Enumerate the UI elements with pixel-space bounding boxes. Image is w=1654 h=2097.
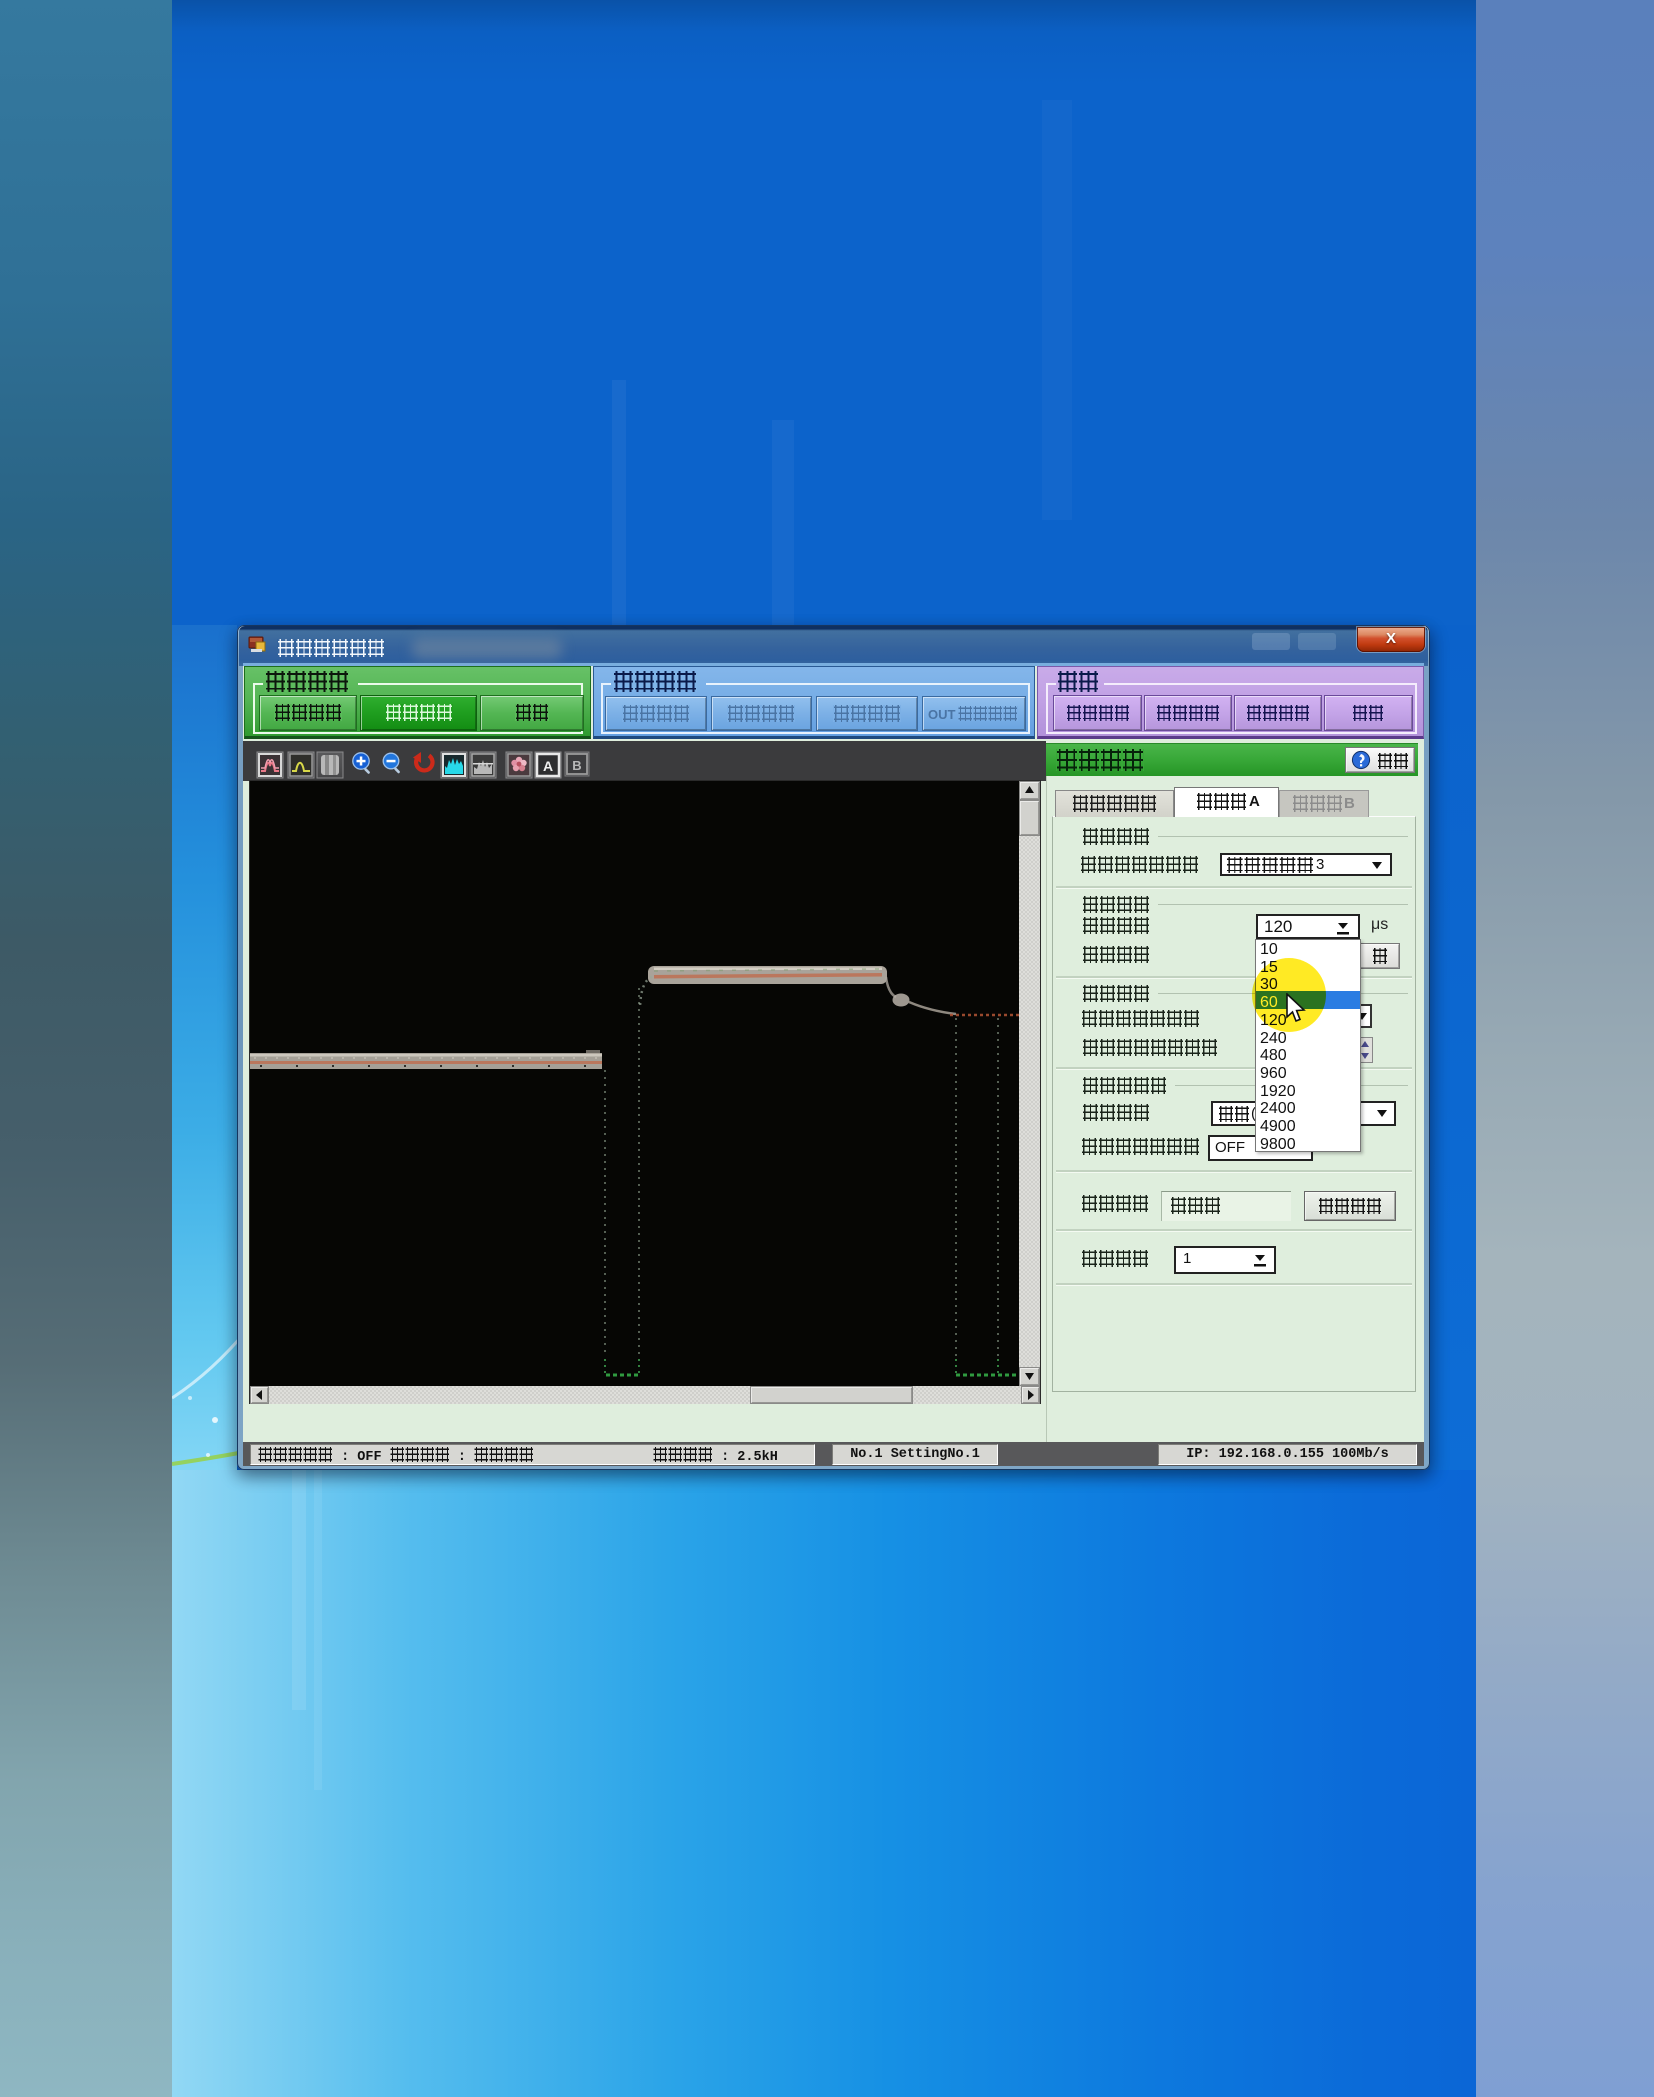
svg-text:A: A: [543, 758, 553, 774]
svg-text:B: B: [572, 758, 581, 773]
